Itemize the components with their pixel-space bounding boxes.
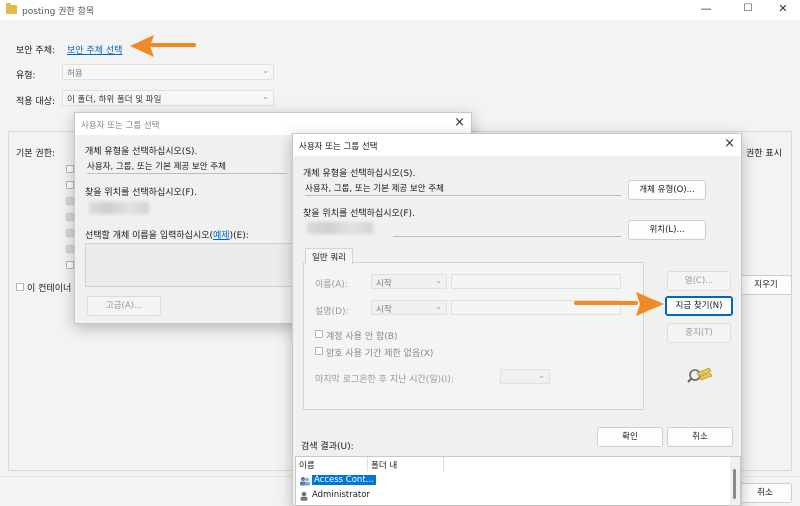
tab-common-queries[interactable]: 일반 쿼리: [305, 248, 353, 264]
chevron-down-icon: ⌄: [262, 66, 269, 75]
search-results-label: 검색 결과(U):: [301, 442, 354, 452]
permission-checkbox[interactable]: [66, 229, 74, 237]
list-item[interactable]: Access Cont...: [298, 475, 376, 488]
chevron-down-icon: ⌄: [538, 371, 545, 380]
maximize-button[interactable]: ☐: [740, 2, 756, 16]
applies-to-dropdown[interactable]: 이 폴더, 하위 폴더 및 파일 ⌄: [62, 90, 274, 106]
permission-checkbox[interactable]: [66, 261, 74, 269]
description-label: 설명(D):: [315, 307, 349, 317]
disabled-accounts-checkbox[interactable]: [315, 330, 323, 338]
folder-icon: [6, 3, 17, 14]
permission-checkbox[interactable]: [66, 213, 74, 221]
location-label: 찾을 위치를 선택하십시오(F).: [303, 209, 415, 219]
title-bar: posting 권한 항목 — ☐ ✕: [0, 0, 800, 20]
search-results-list[interactable]: 이름 폴더 내 Access Cont... Administrator: [295, 456, 741, 506]
location-value-redacted: [307, 222, 373, 234]
days-since-logon-label: 마지막 로그온한 후 지난 시간(일)(I):: [315, 375, 454, 385]
basic-permissions-label: 기본 권한:: [16, 149, 56, 159]
dialog-cancel-button[interactable]: 취소: [667, 427, 733, 447]
columns-button[interactable]: 열(C)...: [667, 271, 731, 291]
location-underline: [393, 236, 621, 237]
close-button[interactable]: ✕: [775, 2, 791, 16]
location-value-redacted: [89, 202, 149, 214]
advanced-button[interactable]: 고급(A)...: [87, 296, 161, 316]
search-people-icon: [687, 367, 713, 383]
enter-names-label: 선택할 개체 이름을 입력하십시오(예제)(E):: [85, 231, 249, 241]
select-users-dialog: 사용자 또는 그룹 선택 × 개체 유형을 선택하십시오(S). 사용자, 그룹…: [292, 133, 742, 506]
applies-to-label: 적용 대상:: [16, 97, 56, 107]
list-item[interactable]: Administrator: [298, 490, 370, 503]
close-icon[interactable]: ×: [724, 136, 735, 151]
arrow-annotation-find-now: [574, 292, 664, 316]
description-operator-dropdown[interactable]: 시작 ⌄: [371, 300, 447, 315]
object-type-label: 개체 유형을 선택하십시오(S).: [85, 147, 198, 157]
find-now-button[interactable]: 지금 찾기(N): [665, 296, 733, 316]
apply-to-container-checkbox[interactable]: [16, 283, 24, 291]
non-expiring-password-label: 암호 사용 기간 제한 없음(X): [326, 349, 434, 359]
clear-all-button[interactable]: 지우기: [740, 275, 792, 295]
apply-to-container-label: 이 컨테이너: [27, 284, 72, 294]
group-icon: [300, 477, 310, 486]
type-dropdown[interactable]: 허용 ⌄: [62, 64, 274, 80]
results-scrollbar[interactable]: [730, 457, 740, 505]
type-value: 허용: [67, 69, 83, 79]
locations-button[interactable]: 위치(L)...: [628, 220, 706, 240]
name-label: 이름(A):: [315, 280, 348, 290]
permission-checkbox[interactable]: [66, 181, 74, 189]
permission-checkbox[interactable]: [66, 165, 74, 173]
minimize-button[interactable]: —: [698, 2, 714, 16]
object-type-label: 개체 유형을 선택하십시오(S).: [303, 169, 416, 179]
name-input[interactable]: [451, 274, 621, 289]
type-label: 유형:: [16, 71, 36, 81]
stop-button[interactable]: 중지(T): [667, 323, 731, 343]
chevron-down-icon: ⌄: [435, 276, 442, 285]
disabled-accounts-label: 계정 사용 안 함(B): [326, 332, 398, 342]
dialog-title: 사용자 또는 그룹 선택: [81, 121, 160, 131]
dialog-title: 사용자 또는 그룹 선택: [299, 142, 378, 152]
applies-to-value: 이 폴더, 하위 폴더 및 파일: [67, 95, 162, 105]
permission-checkbox[interactable]: [66, 245, 74, 253]
column-header-name[interactable]: 이름: [296, 457, 368, 471]
chevron-down-icon: ⌄: [262, 92, 269, 101]
dialog-title-bar: 사용자 또는 그룹 선택 ×: [75, 113, 471, 135]
user-icon: [300, 491, 308, 501]
select-principal-link[interactable]: 보안 주체 선택: [67, 43, 122, 56]
arrow-annotation-principal: [130, 35, 196, 57]
chevron-down-icon: ⌄: [435, 302, 442, 311]
ok-button[interactable]: 확인: [597, 427, 663, 447]
window-title: posting 권한 항목: [22, 7, 95, 17]
object-types-button[interactable]: 개체 유형(O)...: [628, 180, 706, 200]
main-cancel-button[interactable]: 취소: [738, 483, 792, 503]
name-operator-dropdown[interactable]: 시작 ⌄: [371, 274, 447, 289]
object-type-value: 사용자, 그룹, 또는 기본 제공 보안 주체: [305, 182, 621, 196]
examples-link[interactable]: 예제: [213, 231, 230, 241]
location-label: 찾을 위치를 선택하십시오(F).: [85, 188, 197, 198]
principal-label: 보안 주체:: [16, 46, 56, 56]
object-type-value: 사용자, 그룹, 또는 기본 제공 보안 주체: [87, 160, 287, 174]
show-advanced-permissions-link[interactable]: 권한 표시: [746, 146, 782, 159]
close-icon[interactable]: ×: [454, 115, 465, 130]
object-names-input[interactable]: [85, 243, 295, 287]
days-since-logon-dropdown[interactable]: ⌄: [500, 369, 550, 384]
dialog-title-bar: 사용자 또는 그룹 선택 ×: [293, 134, 741, 156]
column-header-in-folder[interactable]: 폴더 내: [368, 457, 444, 471]
scrollbar-thumb[interactable]: [733, 469, 736, 499]
permission-checkbox[interactable]: [66, 197, 74, 205]
non-expiring-password-checkbox[interactable]: [315, 347, 323, 355]
